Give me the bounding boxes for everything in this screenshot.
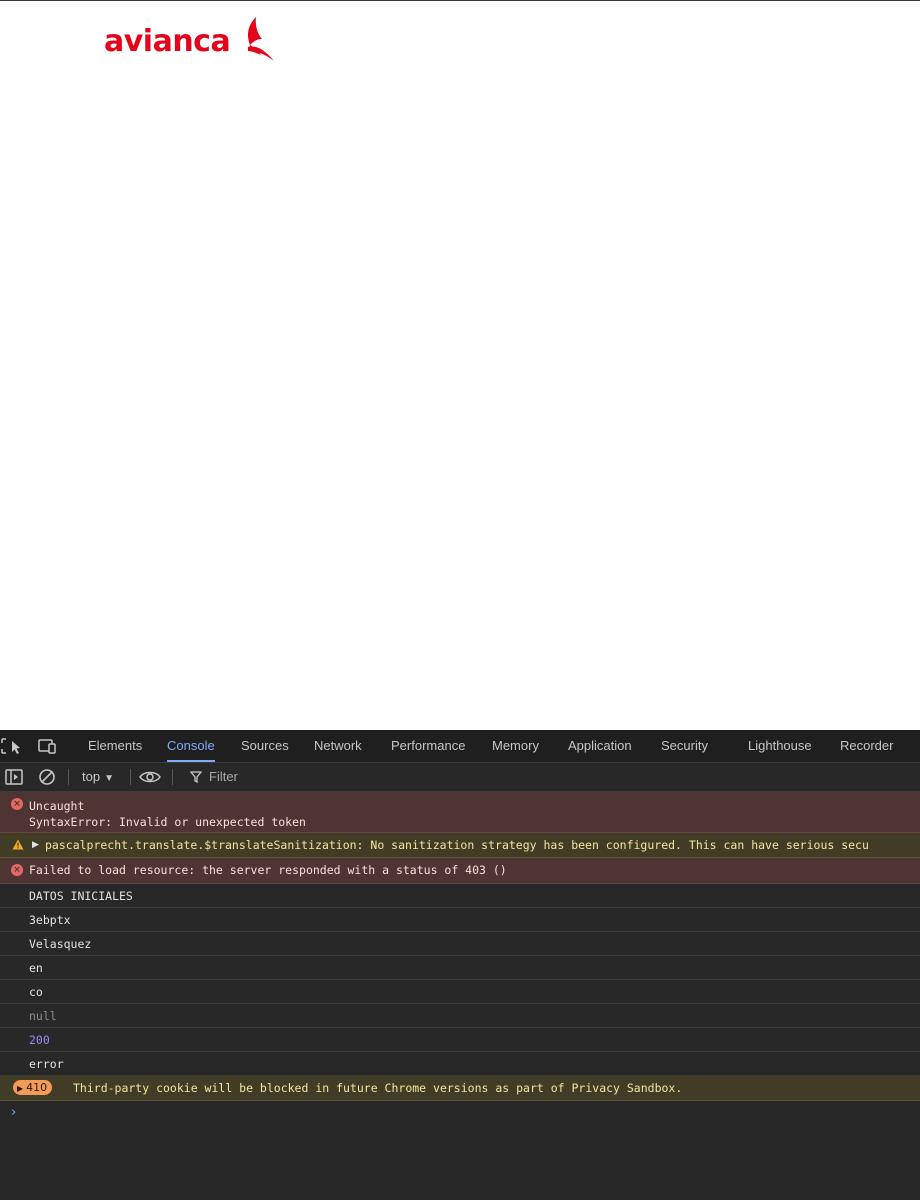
toolbar-divider (172, 769, 173, 785)
devtools-panel: Elements Console Sources Network Perform… (0, 730, 920, 1200)
inspect-element-icon[interactable] (0, 737, 26, 760)
dropdown-arrow-icon: ▼ (104, 773, 114, 784)
tab-sources[interactable]: Sources (241, 730, 289, 762)
console-prompt[interactable]: › (0, 1101, 920, 1125)
console-log-message[interactable]: en (0, 956, 920, 980)
device-toolbar-icon[interactable] (36, 737, 58, 760)
error-text: Failed to load resource: the server resp… (29, 863, 507, 877)
tab-performance[interactable]: Performance (391, 730, 465, 762)
filter-icon (190, 771, 202, 783)
bird-logo-icon (248, 17, 275, 61)
tab-recorder[interactable]: Recorder (840, 730, 893, 762)
console-warning-message[interactable]: ▶ pascalprecht.translate.$translateSanit… (0, 833, 920, 858)
console-log-message[interactable]: null (0, 1004, 920, 1028)
console-log-message[interactable]: 200 (0, 1028, 920, 1052)
issue-count-badge[interactable]: ▶ 410 (13, 1080, 53, 1095)
toolbar-divider (68, 769, 69, 785)
eye-icon[interactable] (138, 768, 162, 791)
expand-triangle-icon: ▶ (17, 1084, 24, 1093)
error-icon: × (11, 798, 23, 810)
tab-network[interactable]: Network (314, 730, 362, 762)
console-error-message[interactable]: × Failed to load resource: the server re… (0, 858, 920, 884)
console-log-message[interactable]: co (0, 980, 920, 1004)
filter-input[interactable]: Filter (190, 763, 238, 791)
console-log-message[interactable]: error (0, 1052, 920, 1076)
error-icon: × (11, 864, 23, 876)
avianca-logo[interactable]: avianca (104, 15, 276, 67)
tab-elements[interactable]: Elements (88, 730, 142, 762)
devtools-tab-bar: Elements Console Sources Network Perform… (0, 730, 920, 763)
console-toolbar: top ▼ Filter (0, 763, 920, 792)
console-issue-message[interactable]: ▶ 410 Third-party cookie will be blocked … (0, 1076, 920, 1101)
console-error-message[interactable]: × Uncaught SyntaxError: Invalid or unexp… (0, 792, 920, 833)
issue-count: 410 (26, 1081, 48, 1094)
sidebar-toggle-icon[interactable] (4, 768, 26, 791)
console-log-message[interactable]: Velasquez (0, 932, 920, 956)
context-label: top (82, 769, 101, 784)
expand-triangle-icon[interactable]: ▶ (32, 833, 39, 857)
tab-application[interactable]: Application (568, 730, 632, 762)
console-messages: × Uncaught SyntaxError: Invalid or unexp… (0, 792, 920, 1125)
prompt-chevron-icon: › (11, 1105, 17, 1120)
error-title: Uncaught (29, 799, 85, 813)
tab-lighthouse[interactable]: Lighthouse (748, 730, 812, 762)
filter-placeholder: Filter (209, 769, 238, 784)
logo-wordmark: avianca (104, 23, 231, 59)
clear-console-icon[interactable] (37, 768, 57, 791)
warning-icon (12, 839, 24, 850)
console-log-message[interactable]: DATOS INICIALES (0, 884, 920, 908)
warning-text: pascalprecht.translate.$translateSanitiz… (45, 838, 869, 852)
tab-memory[interactable]: Memory (492, 730, 539, 762)
tab-security[interactable]: Security (661, 730, 708, 762)
console-log-message[interactable]: 3ebptx (0, 908, 920, 932)
error-detail: SyntaxError: Invalid or unexpected token (29, 815, 306, 829)
web-page: avianca (0, 1, 920, 730)
context-selector[interactable]: top ▼ (82, 763, 114, 791)
toolbar-divider (130, 769, 131, 785)
issue-text: Third-party cookie will be blocked in fu… (73, 1081, 683, 1095)
tab-console[interactable]: Console (167, 730, 215, 762)
